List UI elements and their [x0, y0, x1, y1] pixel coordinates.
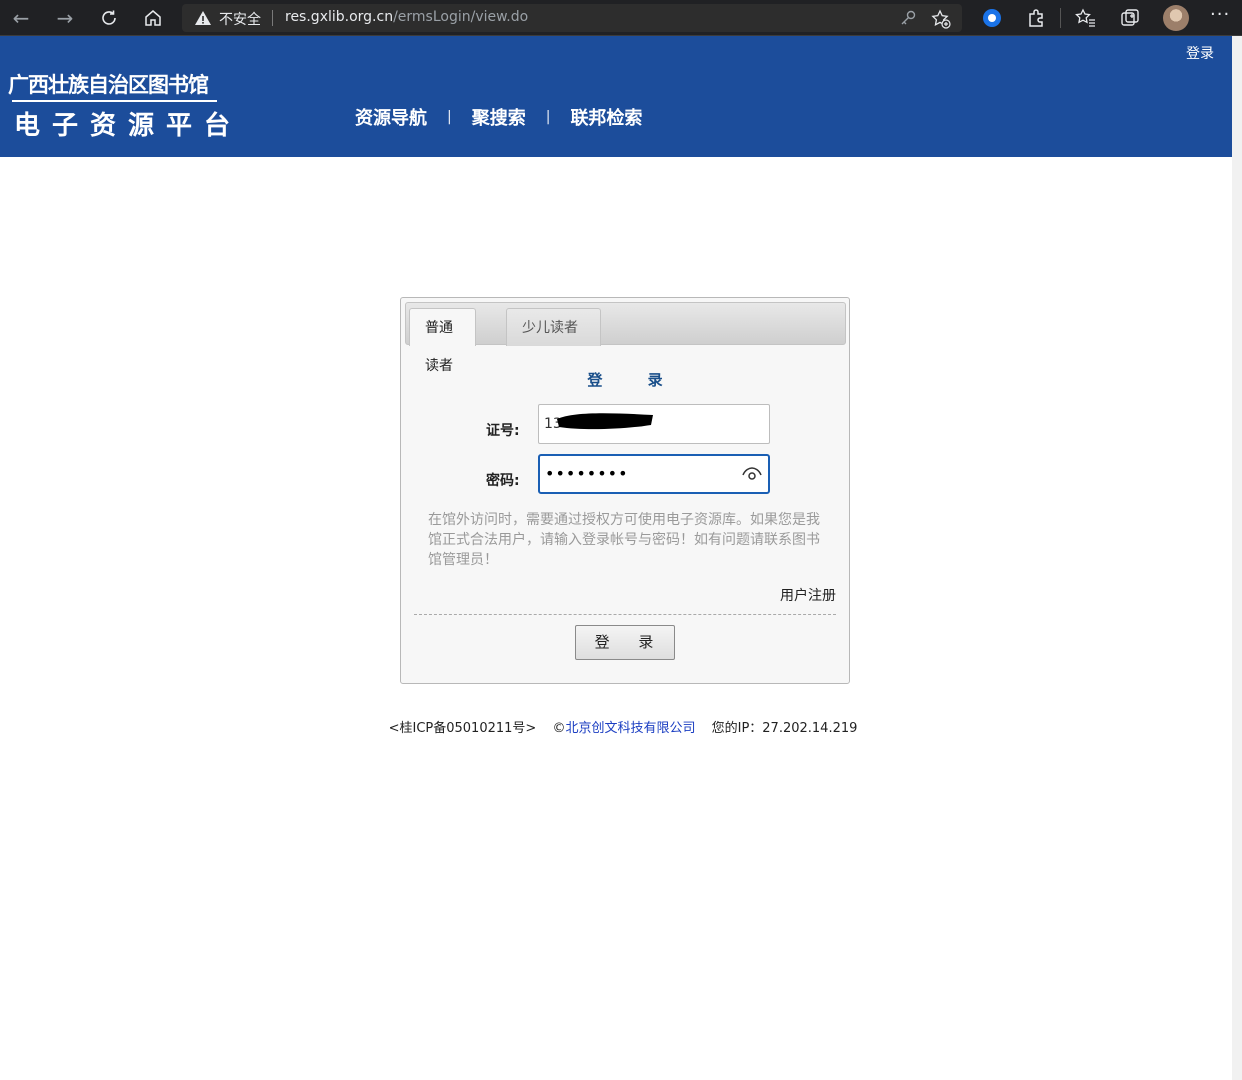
warning-icon[interactable] — [194, 9, 212, 27]
reader-type-tabs: 普通读者 少儿读者 — [405, 302, 846, 374]
logo-platform-name[interactable]: 电子资源平台 — [14, 105, 242, 142]
dashed-divider — [414, 614, 836, 615]
password-input[interactable]: •••••••• — [538, 454, 770, 494]
password-value: •••••••• — [545, 464, 629, 483]
logo-divider — [12, 100, 217, 102]
tab-regular-reader[interactable]: 普通读者 — [409, 308, 476, 374]
back-icon[interactable]: ← — [8, 5, 34, 31]
browser-toolbar: ← → 不安全 res.gxlib.org.cn/ermsLogin/view.… — [0, 0, 1242, 36]
page-footer: <桂ICP备05010211号> ©北京创文科技有限公司 您的IP：27.202… — [0, 717, 1232, 736]
forward-icon[interactable]: → — [52, 5, 78, 31]
url-text[interactable]: res.gxlib.org.cn/ermsLogin/view.do — [285, 9, 528, 25]
extension-blue-icon[interactable] — [980, 6, 1004, 30]
tab-child-reader[interactable]: 少儿读者 — [506, 308, 601, 346]
copyright-line: ©北京创文科技有限公司 — [552, 721, 695, 736]
toolbar-divider — [1060, 8, 1061, 28]
login-title: 登 录 — [587, 371, 683, 389]
client-ip: 您的IP：27.202.14.219 — [711, 721, 858, 736]
register-link[interactable]: 用户注册 — [780, 585, 836, 605]
url-path: /ermsLogin/view.do — [393, 9, 529, 25]
favorites-icon[interactable] — [1074, 6, 1098, 30]
key-icon[interactable] — [898, 8, 918, 28]
security-label[interactable]: 不安全 — [219, 9, 261, 29]
url-host: res.gxlib.org.cn — [285, 9, 394, 25]
card-number-label: 证号: — [486, 423, 520, 439]
password-label: 密码: — [486, 473, 520, 489]
redaction-mark — [557, 413, 653, 430]
login-button[interactable]: 登 录 — [575, 625, 675, 660]
main-nav: 资源导航 | 聚搜索 | 联邦检索 — [355, 104, 642, 130]
profile-avatar[interactable] — [1163, 5, 1189, 31]
company-link[interactable]: 北京创文科技有限公司 — [565, 721, 695, 736]
collections-icon[interactable] — [1118, 6, 1142, 30]
show-password-icon[interactable] — [742, 466, 762, 482]
copyright-symbol: © — [552, 721, 566, 736]
logo-library-name[interactable]: 广西壮族自治区图书馆 — [8, 69, 209, 99]
page-scrollbar[interactable] — [1232, 36, 1242, 1080]
nav-aggregate-search[interactable]: 聚搜索 — [472, 104, 526, 130]
home-icon[interactable] — [140, 5, 166, 31]
access-notice: 在馆外访问时，需要通过授权方可使用电子资源库。如果您是我馆正式合法用户，请输入登… — [428, 512, 820, 568]
nav-separator: | — [545, 109, 551, 125]
icp-record[interactable]: <桂ICP备05010211号> — [389, 721, 537, 736]
site-header: 登录 广西壮族自治区图书馆 电子资源平台 资源导航 | 聚搜索 | 联邦检索 — [0, 36, 1232, 157]
address-bar[interactable]: 不安全 res.gxlib.org.cn/ermsLogin/view.do — [182, 4, 962, 32]
divider — [272, 10, 273, 26]
nav-resource-navigation[interactable]: 资源导航 — [355, 104, 427, 130]
add-favorite-icon[interactable] — [930, 8, 952, 30]
more-menu-icon[interactable]: ··· — [1210, 4, 1230, 25]
reload-icon[interactable] — [96, 5, 122, 31]
login-panel: 普通读者 少儿读者 登 录 证号: 13 密码: •••••••• 在馆外访问时… — [400, 297, 850, 684]
extensions-icon[interactable] — [1024, 6, 1048, 30]
nav-separator: | — [447, 109, 452, 125]
nav-federated-search[interactable]: 联邦检索 — [570, 104, 642, 130]
header-login-link[interactable]: 登录 — [1186, 43, 1214, 63]
